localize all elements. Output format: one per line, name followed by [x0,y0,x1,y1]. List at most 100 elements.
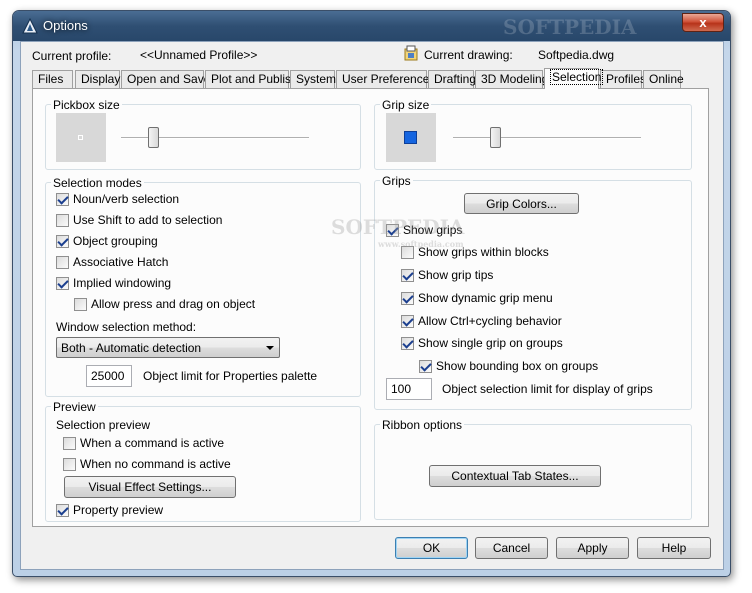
object-limit-input[interactable]: 25000 [86,365,132,387]
tab-3d-modeling[interactable]: 3D Modeling [475,70,548,88]
property-preview-checkbox[interactable]: Property preview [56,503,163,517]
contextual-tab-states-button[interactable]: Contextual Tab States... [429,465,601,487]
checkbox-box[interactable] [56,234,69,248]
window-title: Options [43,18,88,33]
preview-title: Preview [51,400,98,414]
grip-size-preview [386,113,436,162]
apply-button[interactable]: Apply [556,537,629,559]
selection-modes-title: Selection modes [51,176,144,190]
checkbox-box[interactable] [401,314,414,328]
tab-open-and-save[interactable]: Open and Save [121,70,210,88]
checkbox-box[interactable] [63,457,76,471]
selection-preview-label: Selection preview [56,418,151,432]
checkbox-label: Allow Ctrl+cycling behavior [418,314,562,328]
checkbox-label: Use Shift to add to selection [73,213,223,227]
checkbox-label: Show grip tips [418,268,494,282]
ribbon-options-title: Ribbon options [380,418,465,432]
visual-effect-settings-button[interactable]: Visual Effect Settings... [64,476,236,498]
dropdown-value: Both - Automatic detection [61,341,202,355]
checkbox-box[interactable] [56,213,69,227]
checkbox-label: Object grouping [73,234,158,248]
checkbox-box[interactable] [401,245,414,259]
tab-files[interactable]: Files [32,70,73,88]
checkbox-label: Implied windowing [73,276,172,290]
close-icon: x [699,15,707,30]
window-selection-method-label: Window selection method: [56,320,197,334]
tab-selection[interactable]: Selection [544,68,604,89]
noun-verb-selection-checkbox[interactable]: Noun/verb selection [56,192,179,206]
checkbox-label: Show grips within blocks [418,245,549,259]
grip-size-slider-thumb[interactable] [490,127,501,148]
tab-profiles[interactable]: Profiles [600,70,646,88]
checkbox-label: Show grips [403,223,463,237]
grip-colors-button[interactable]: Grip Colors... [464,193,579,214]
object-limit-label: Object limit for Properties palette [143,369,318,383]
pickbox-size-title: Pickbox size [51,98,122,112]
chevron-down-icon [266,346,274,350]
checkbox-box[interactable] [56,276,69,290]
current-drawing-label: Current drawing: [424,48,513,62]
object-grouping-checkbox[interactable]: Object grouping [56,234,158,248]
object-selection-limit-input[interactable]: 100 [386,378,432,400]
checkbox-box[interactable] [419,359,432,373]
show-bounding-box-checkbox[interactable]: Show bounding box on groups [419,359,598,373]
associative-hatch-checkbox[interactable]: Associative Hatch [56,255,168,269]
checkbox-box[interactable] [401,336,414,350]
checkbox-label: When a command is active [80,436,225,450]
checkbox-label: Show bounding box on groups [436,359,599,373]
title-bar[interactable]: Options SOFTPEDIA x [13,11,730,41]
checkbox-label: Show dynamic grip menu [418,291,553,305]
tab-selection-label: Selection [550,69,604,85]
tab-system[interactable]: System [290,70,336,88]
checkbox-box[interactable] [56,255,69,269]
tab-drafting[interactable]: Drafting [428,70,476,88]
autocad-logo-icon [22,18,38,34]
checkbox-label: When no command is active [80,457,231,471]
checkbox-box[interactable] [56,503,69,517]
pickbox-preview [56,113,106,162]
drawing-icon [404,45,418,61]
cancel-button[interactable]: Cancel [475,537,548,559]
checkbox-box[interactable] [74,297,87,311]
checkbox-label: Allow press and drag on object [91,297,256,311]
implied-windowing-checkbox[interactable]: Implied windowing [56,276,171,290]
title-watermark: SOFTPEDIA [503,15,637,39]
object-selection-limit-label: Object selection limit for display of gr… [442,382,653,396]
show-grips-within-blocks-checkbox[interactable]: Show grips within blocks [401,245,549,259]
checkbox-label: Noun/verb selection [73,192,180,206]
close-button[interactable]: x [682,13,724,32]
grip-size-slider-track[interactable] [453,137,641,139]
show-single-grip-on-groups-checkbox[interactable]: Show single grip on groups [401,336,563,350]
checkbox-label: Show single grip on groups [418,336,563,350]
window-selection-method-dropdown[interactable]: Both - Automatic detection [56,337,280,358]
checkbox-label: Associative Hatch [73,255,169,269]
allow-press-drag-checkbox[interactable]: Allow press and drag on object [74,297,255,311]
checkbox-box[interactable] [401,291,414,305]
show-grip-tips-checkbox[interactable]: Show grip tips [401,268,493,282]
grips-title: Grips [380,174,413,188]
when-command-active-checkbox[interactable]: When a command is active [63,436,224,450]
tab-plot-and-publish[interactable]: Plot and Publish [205,70,298,88]
grip-square-icon [404,131,417,144]
checkbox-box[interactable] [386,223,399,237]
checkbox-box[interactable] [63,436,76,450]
pickbox-slider-thumb[interactable] [148,127,159,148]
grip-size-title: Grip size [380,98,432,112]
tab-online[interactable]: Online [643,70,684,88]
pickbox-square-icon [78,135,83,140]
help-button[interactable]: Help [637,537,711,559]
checkbox-label: Property preview [73,503,164,517]
checkbox-box[interactable] [401,268,414,282]
allow-ctrl-cycling-checkbox[interactable]: Allow Ctrl+cycling behavior [401,314,562,328]
checkbox-box[interactable] [56,192,69,206]
tab-display[interactable]: Display [75,70,120,88]
tab-user-preferences[interactable]: User Preferences [336,70,435,88]
show-grips-checkbox[interactable]: Show grips [386,223,462,237]
when-no-command-active-checkbox[interactable]: When no command is active [63,457,231,471]
current-profile-value: <<Unnamed Profile>> [140,48,258,62]
ok-button[interactable]: OK [395,537,468,559]
show-dynamic-grip-menu-checkbox[interactable]: Show dynamic grip menu [401,291,553,305]
use-shift-checkbox[interactable]: Use Shift to add to selection [56,213,222,227]
current-profile-label: Current profile: [32,49,112,63]
current-drawing-value: Softpedia.dwg [538,48,615,62]
